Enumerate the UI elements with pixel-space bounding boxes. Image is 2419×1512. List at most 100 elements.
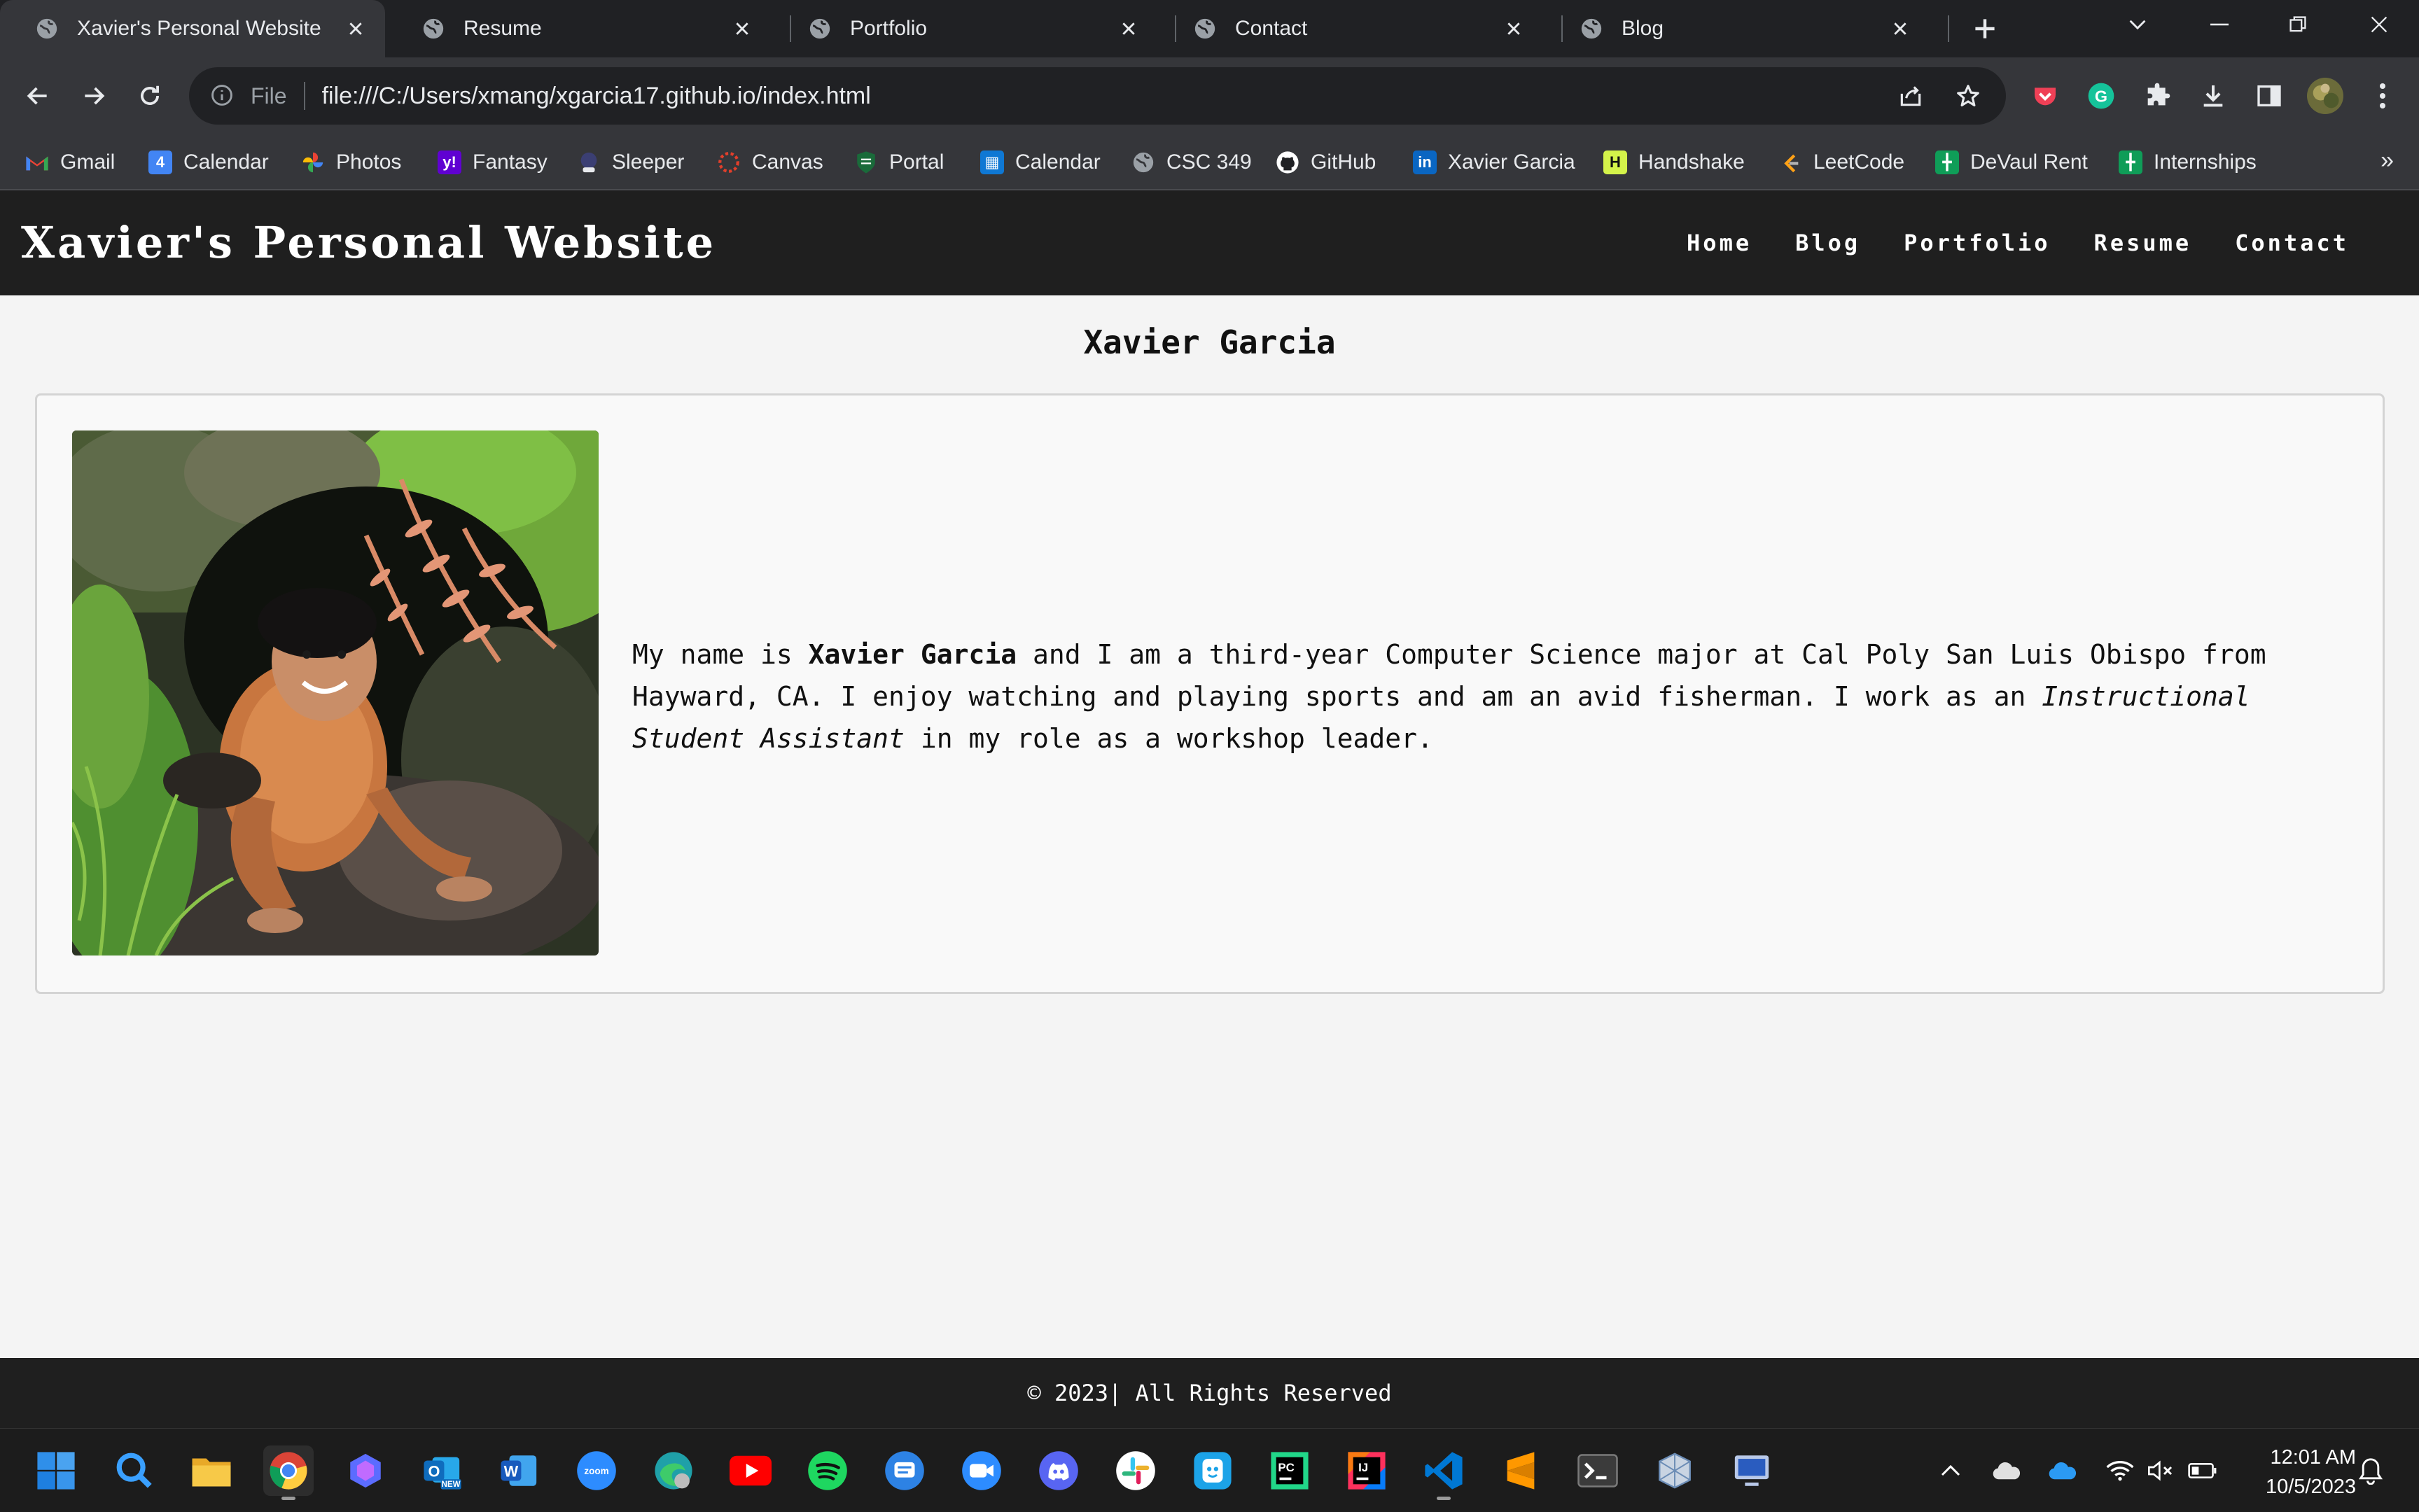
nav-link-resume[interactable]: Resume xyxy=(2094,230,2192,256)
globe-icon xyxy=(1131,150,1155,174)
pycharm-icon[interactable]: PC xyxy=(1264,1446,1315,1496)
tab-blog[interactable]: Blog xyxy=(1545,0,1930,57)
bookmark-canvas[interactable]: Canvas xyxy=(717,147,823,178)
nav-link-blog[interactable]: Blog xyxy=(1795,230,1860,256)
battery-icon[interactable] xyxy=(2183,1450,2222,1492)
windows-taskbar: O NEW W zoom PC IJ 12:01 AM 10/5/2023 xyxy=(0,1428,2419,1512)
search-icon[interactable] xyxy=(109,1446,160,1496)
remote-desktop-icon[interactable] xyxy=(1727,1446,1777,1496)
running-indicator xyxy=(1437,1497,1451,1500)
kebab-menu-icon[interactable] xyxy=(2363,76,2402,115)
tab-xaviers-personal-website[interactable]: Xavier's Personal Website xyxy=(0,0,385,57)
copilot-icon[interactable] xyxy=(340,1446,391,1496)
bookmark-handshake[interactable]: H Handshake xyxy=(1603,147,1745,178)
sleeper-icon xyxy=(577,150,601,174)
nav-link-home[interactable]: Home xyxy=(1687,230,1752,256)
bookmark-devaul-rent[interactable]: ╋ DeVaul Rent xyxy=(1935,147,2088,178)
site-title[interactable]: Xavier's Personal Website xyxy=(21,217,716,268)
bookmarks-overflow-button[interactable]: » xyxy=(2380,147,2394,174)
close-icon[interactable] xyxy=(1115,15,1143,43)
outlook-icon[interactable]: O NEW xyxy=(417,1446,468,1496)
star-bookmark-icon[interactable] xyxy=(1949,76,1988,115)
zoom-meetings-icon[interactable] xyxy=(956,1446,1007,1496)
taskbar-clock[interactable]: 12:01 AM 10/5/2023 xyxy=(2237,1443,2356,1502)
bookmark-calendar[interactable]: 4 Calendar xyxy=(148,147,269,178)
globe-icon xyxy=(808,17,832,41)
extensions-puzzle-icon[interactable] xyxy=(2138,76,2177,115)
sublime-icon[interactable] xyxy=(1496,1446,1546,1496)
bookmark-photos[interactable]: Photos xyxy=(301,147,401,178)
discord-icon[interactable] xyxy=(1033,1446,1084,1496)
restore-icon[interactable] xyxy=(2277,7,2319,42)
slack-icon[interactable] xyxy=(1110,1446,1161,1496)
bio-paragraph: My name is Xavier Garcia and I am a thir… xyxy=(632,634,2355,760)
word-icon[interactable]: W xyxy=(494,1446,545,1496)
google-sheets-icon: ╋ xyxy=(1935,150,1959,174)
svg-text:IJ: IJ xyxy=(1358,1461,1368,1474)
chevron-up-icon[interactable] xyxy=(1931,1450,1970,1492)
new-tab-button[interactable] xyxy=(1967,11,2002,46)
nav-link-contact[interactable]: Contact xyxy=(2235,230,2349,256)
file-explorer-icon[interactable] xyxy=(186,1446,237,1496)
bookmark-gmail[interactable]: Gmail xyxy=(25,147,115,178)
terminal-icon[interactable] xyxy=(1573,1446,1623,1496)
zoom-icon[interactable]: zoom xyxy=(571,1446,622,1496)
forward-arrow-icon[interactable] xyxy=(74,76,113,115)
start-icon[interactable] xyxy=(31,1446,81,1496)
close-icon[interactable] xyxy=(728,15,756,43)
browser-toolbar: File file:///C:/Users/xmang/xgarcia17.gi… xyxy=(0,57,2419,134)
minimize-icon[interactable] xyxy=(2198,7,2240,42)
site-header: Xavier's Personal Website Home Blog Port… xyxy=(0,190,2419,295)
bookmark-label: Sleeper xyxy=(612,150,685,174)
volume-muted-icon[interactable] xyxy=(2141,1450,2180,1492)
window-close-icon[interactable] xyxy=(2358,7,2400,42)
youtube-icon[interactable] xyxy=(725,1446,776,1496)
onedrive-icon[interactable] xyxy=(2043,1450,2082,1492)
scheme-label: File xyxy=(251,83,287,108)
bookmark-sleeper[interactable]: Sleeper xyxy=(577,147,684,178)
pocket-icon[interactable] xyxy=(2026,76,2065,115)
svg-text:NEW: NEW xyxy=(442,1480,461,1489)
tab-contact[interactable]: Contact xyxy=(1158,0,1543,57)
bookmark-csc349[interactable]: CSC 349 xyxy=(1131,147,1252,178)
bookmarks-bar: Gmail 4 Calendar Photos y! Fantasy Sleeper… xyxy=(0,134,2419,190)
messages-icon[interactable] xyxy=(879,1446,930,1496)
tab-search-chevron-down-icon[interactable] xyxy=(2117,7,2159,42)
side-panel-icon[interactable] xyxy=(2250,76,2289,115)
bookmark-portal[interactable]: Portal xyxy=(854,147,944,178)
onedrive-personal-icon[interactable] xyxy=(1987,1450,2026,1492)
bookmark-fantasy[interactable]: y! Fantasy xyxy=(438,147,548,178)
nav-link-portfolio[interactable]: Portfolio xyxy=(1904,230,2050,256)
share-icon[interactable] xyxy=(1891,76,1930,115)
intellij-icon[interactable]: IJ xyxy=(1341,1446,1392,1496)
bookmark-internships[interactable]: ╋ Internships xyxy=(2119,147,2257,178)
address-bar[interactable]: File file:///C:/Users/xmang/xgarcia17.gi… xyxy=(189,67,2006,125)
url-text[interactable]: file:///C:/Users/xmang/xgarcia17.github.… xyxy=(322,83,1891,110)
chrome-icon[interactable] xyxy=(263,1446,314,1500)
bookmark-leetcode[interactable]: LeetCode xyxy=(1778,147,1904,178)
bookmark-linkedin[interactable]: in Xavier Garcia xyxy=(1413,147,1575,178)
tab-resume[interactable]: Resume xyxy=(386,0,772,57)
edge-icon[interactable] xyxy=(648,1446,699,1496)
close-icon[interactable] xyxy=(1500,15,1528,43)
discord-alt-icon[interactable] xyxy=(1187,1446,1238,1496)
running-indicator xyxy=(281,1497,295,1500)
bookmark-calendar-outlook[interactable]: ▦ Calendar xyxy=(980,147,1101,178)
wifi-icon[interactable] xyxy=(2100,1450,2140,1492)
spotify-icon[interactable] xyxy=(802,1446,853,1496)
close-icon[interactable] xyxy=(342,15,370,43)
tab-portfolio[interactable]: Portfolio xyxy=(773,0,1158,57)
profile-avatar[interactable] xyxy=(2306,76,2345,115)
grammarly-icon[interactable]: G xyxy=(2082,76,2121,115)
download-icon[interactable] xyxy=(2194,76,2233,115)
back-arrow-icon[interactable] xyxy=(18,76,57,115)
outlook-calendar-icon: ▦ xyxy=(980,150,1004,174)
virtualbox-icon[interactable] xyxy=(1650,1446,1700,1496)
tab-title: Portfolio xyxy=(850,17,928,40)
vscode-icon[interactable] xyxy=(1418,1446,1469,1500)
notification-bell-icon[interactable] xyxy=(2351,1450,2390,1492)
bookmark-github[interactable]: GitHub xyxy=(1276,147,1376,178)
close-icon[interactable] xyxy=(1886,15,1914,43)
site-info-icon[interactable] xyxy=(210,83,235,108)
reload-icon[interactable] xyxy=(130,76,169,115)
